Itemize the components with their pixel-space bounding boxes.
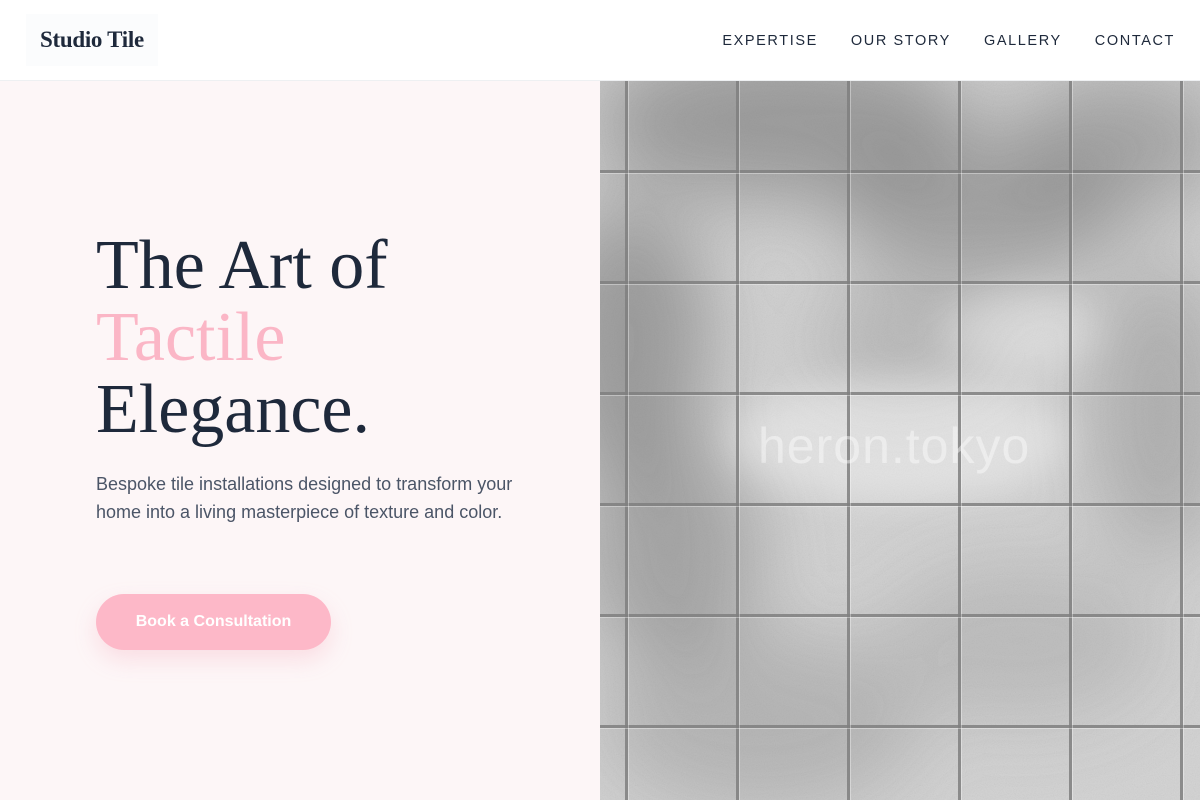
- book-consultation-button[interactable]: Book a Consultation: [96, 594, 331, 650]
- headline-line-3: Elegance.: [96, 371, 370, 448]
- main-nav: EXPERTISE OUR STORY GALLERY CONTACT: [722, 0, 1175, 81]
- nav-link-contact[interactable]: CONTACT: [1095, 33, 1175, 49]
- tile-hero-image: heron.tokyo: [600, 81, 1200, 800]
- nav-link-our-story[interactable]: OUR STORY: [851, 33, 951, 49]
- image-watermark: heron.tokyo: [758, 418, 1031, 474]
- nav-link-expertise[interactable]: EXPERTISE: [722, 33, 818, 49]
- nav-link-gallery[interactable]: GALLERY: [984, 33, 1062, 49]
- site-header: Studio Tile EXPERTISE OUR STORY GALLERY …: [0, 0, 1200, 81]
- hero-headline: The Art of Tactile Elegance.: [96, 230, 388, 446]
- headline-line-1: The Art of: [96, 227, 388, 304]
- headline-accent: Tactile: [96, 299, 286, 376]
- hero-subtitle: Bespoke tile installations designed to t…: [96, 474, 513, 522]
- hero-content: The Art of Tactile Elegance. Bespoke til…: [0, 81, 600, 800]
- logo[interactable]: Studio Tile: [26, 14, 158, 66]
